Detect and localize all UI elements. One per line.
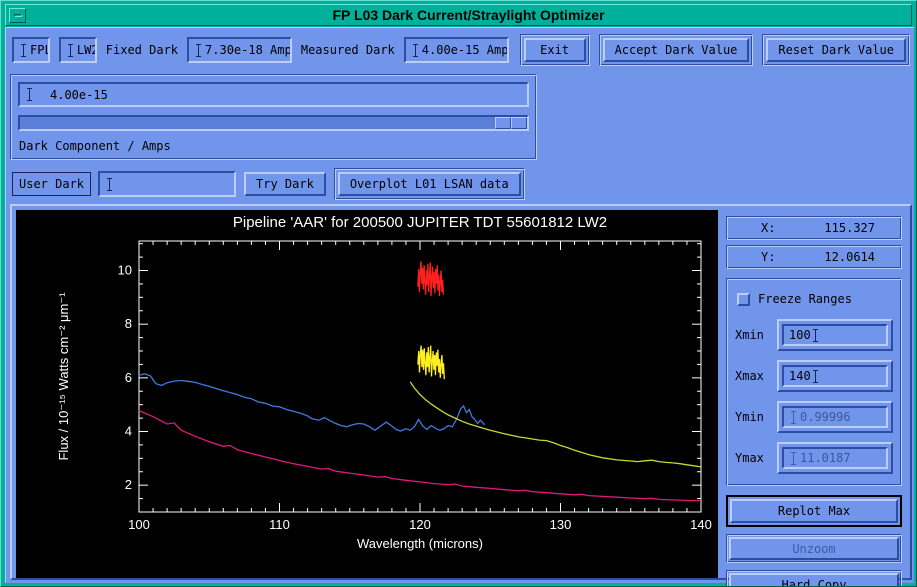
titlebar[interactable]: FP L03 Dark Current/Straylight Optimizer (5, 4, 912, 26)
xmin-row: Xmin 100 (735, 319, 893, 351)
ymin-value: 0.99996 (800, 410, 851, 424)
window-title: FP L03 Dark Current/Straylight Optimizer (332, 7, 605, 23)
app-window: FP L03 Dark Current/Straylight Optimizer… (0, 0, 917, 587)
slider-thumb[interactable] (495, 117, 527, 129)
fixed-dark-value: 7.30e-18 Amps (205, 43, 292, 57)
svg-text:8: 8 (125, 316, 132, 331)
dark-component-value: 4.00e-15 (50, 87, 108, 102)
fixed-dark-label: Fixed Dark (105, 43, 179, 57)
svg-text:Flux / 10⁻¹⁵ Watts cm⁻² μm⁻¹: Flux / 10⁻¹⁵ Watts cm⁻² μm⁻¹ (56, 292, 71, 461)
ymin-row: Ymin 0.99996 (735, 401, 893, 433)
replot-max-button[interactable]: Replot Max (730, 499, 898, 523)
xmax-field-frame: 140 (777, 360, 893, 392)
user-dark-button[interactable]: User Dark (12, 172, 92, 196)
ymax-input: 11.0187 (782, 447, 888, 469)
user-dark-input[interactable] (98, 171, 237, 197)
svg-text:Wavelength (microns): Wavelength (microns) (357, 536, 483, 551)
xmin-input[interactable]: 100 (782, 324, 888, 346)
text-cursor-icon (66, 43, 74, 57)
accept-button-frame: Accept Dark Value (598, 34, 754, 66)
ymax-field-frame: 11.0187 (777, 442, 893, 474)
overplot-button-frame: Overplot L01 LSAN data (333, 168, 525, 200)
text-cursor-icon (411, 43, 419, 57)
toolbar: FPL LW2 Fixed Dark 7.30e-18 Amps Measure… (12, 34, 910, 66)
ymax-value: 11.0187 (800, 451, 851, 465)
xmin-field-frame: 100 (777, 319, 893, 351)
svg-text:6: 6 (125, 370, 132, 385)
dark-component-slider[interactable] (18, 115, 529, 131)
x-readout-value: 115.327 (824, 221, 875, 235)
reset-button-frame: Reset Dark Value (762, 34, 910, 66)
unzoom-button: Unzoom (729, 537, 899, 560)
y-readout-value: 12.0614 (824, 250, 875, 264)
plot-area[interactable]: 100 110 120 130 140 2 4 6 8 10 Pipeline 'AAR' for … (16, 210, 718, 578)
overplot-l01-lsan-button[interactable]: Overplot L01 LSAN data (337, 172, 521, 196)
y-readout-label: Y: (761, 250, 776, 264)
xmax-label: Xmax (735, 369, 764, 383)
svg-text:110: 110 (269, 517, 290, 532)
dark-component-caption: Dark Component / Amps (19, 139, 171, 153)
xmax-value: 140 (789, 369, 811, 383)
cursor-x-readout: X: 115.327 (726, 216, 902, 240)
ymin-input: 0.99996 (782, 406, 888, 428)
svg-text:4: 4 (125, 424, 132, 439)
lw2-field-value: LW2 (76, 43, 97, 57)
measured-dark-field[interactable]: 4.00e-15 Amps (403, 37, 509, 63)
ranges-group: Freeze Ranges Xmin 100 Xmax 140 Ymin 0.9… (726, 278, 902, 486)
xmax-row: Xmax 140 (735, 360, 893, 392)
text-cursor-icon (106, 177, 114, 191)
ymin-field-frame: 0.99996 (777, 401, 893, 433)
fixed-dark-field[interactable]: 7.30e-18 Amps (187, 37, 292, 63)
dark-component-input[interactable]: 4.00e-15 (18, 82, 529, 107)
ymax-row: Ymax 11.0187 (735, 442, 893, 474)
try-dark-button[interactable]: Try Dark (244, 172, 326, 196)
replot-max-frame: Replot Max (726, 495, 902, 527)
ymax-label: Ymax (735, 451, 764, 465)
xmax-input[interactable]: 140 (782, 365, 888, 387)
lw2-field[interactable]: LW2 (58, 37, 97, 63)
text-cursor-icon (195, 43, 203, 57)
ymin-label: Ymin (735, 410, 764, 424)
hardcopy-frame: Hard Copy (726, 570, 902, 586)
fpl-field[interactable]: FPL (12, 37, 50, 63)
measured-dark-value: 4.00e-15 Amps (421, 43, 509, 57)
svg-text:100: 100 (128, 517, 150, 532)
text-cursor-icon (811, 369, 819, 383)
svg-text:Pipeline 'AAR' for 200500 JUPI: Pipeline 'AAR' for 200500 JUPITER TDT 55… (233, 214, 607, 231)
unzoom-frame: Unzoom (726, 534, 902, 563)
plot-controls: X: 115.327 Y: 12.0614 Freeze Ranges Xmin (726, 216, 902, 586)
text-cursor-icon (20, 43, 27, 57)
xmin-value: 100 (789, 328, 811, 342)
user-dark-row: User Dark Try Dark Overplot L01 LSAN dat… (12, 168, 910, 200)
dark-component-group: 4.00e-15 Dark Component / Amps (10, 74, 537, 160)
text-cursor-icon (790, 410, 797, 424)
minimize-icon (13, 13, 22, 17)
freeze-ranges-label: Freeze Ranges (758, 292, 852, 306)
exit-button[interactable]: Exit (523, 38, 586, 62)
fpl-field-value: FPL (30, 43, 50, 57)
hard-copy-button[interactable]: Hard Copy (729, 573, 899, 586)
svg-text:130: 130 (550, 517, 572, 532)
freeze-ranges-checkbox[interactable] (737, 292, 750, 306)
freeze-ranges-row[interactable]: Freeze Ranges (737, 289, 893, 309)
svg-text:2: 2 (125, 477, 132, 492)
xmin-label: Xmin (735, 328, 764, 342)
svg-text:140: 140 (690, 517, 712, 532)
svg-text:10: 10 (118, 263, 132, 278)
main-panel: 100 110 120 130 140 2 4 6 8 10 Pipeline 'AAR' for … (10, 204, 912, 586)
accept-dark-value-button[interactable]: Accept Dark Value (602, 38, 750, 62)
text-cursor-icon (811, 328, 819, 342)
window-content: FPL LW2 Fixed Dark 7.30e-18 Amps Measure… (5, 27, 914, 586)
text-cursor-icon (790, 451, 797, 465)
cursor-y-readout: Y: 12.0614 (726, 245, 902, 269)
spectrum-chart[interactable]: 100 110 120 130 140 2 4 6 8 10 Pipeline 'AAR' for … (16, 210, 718, 578)
x-readout-label: X: (761, 221, 776, 235)
text-cursor-icon (26, 88, 33, 101)
reset-dark-value-button[interactable]: Reset Dark Value (766, 38, 906, 62)
svg-text:120: 120 (409, 517, 431, 532)
measured-dark-label: Measured Dark (300, 43, 395, 57)
exit-button-frame: Exit (519, 34, 590, 66)
window-menu-button[interactable] (9, 7, 26, 23)
